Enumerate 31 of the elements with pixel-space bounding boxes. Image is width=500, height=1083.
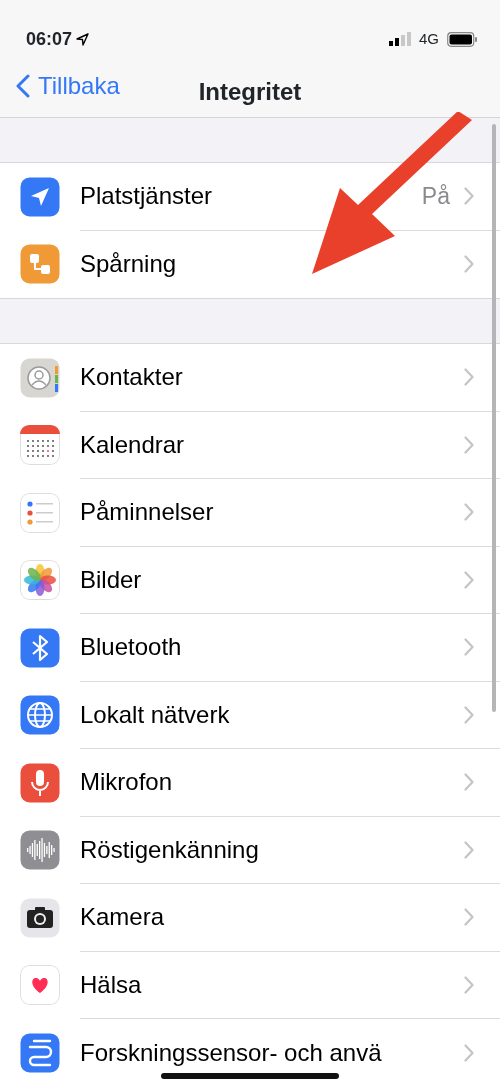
settings-row[interactable]: Röstigenkänning: [0, 816, 500, 884]
chevron-icon: [464, 840, 474, 859]
flower-icon: [20, 560, 60, 601]
chevron-icon: [464, 187, 474, 206]
back-chevron-icon: [16, 74, 30, 98]
signal-icon: [389, 32, 411, 46]
chevron-icon: [464, 908, 474, 927]
settings-row[interactable]: Mikrofon: [0, 749, 500, 817]
row-value: På: [421, 182, 450, 211]
chevron-icon: [464, 255, 474, 274]
settings-row[interactable]: Lokalt nätverk: [0, 681, 500, 749]
chevron-icon: [464, 570, 474, 589]
list-icon: [20, 492, 60, 533]
chevron-icon: [464, 705, 474, 724]
location-arrow-icon: [76, 32, 90, 46]
back-button[interactable]: Tillbaka: [0, 60, 120, 104]
clock-time: 06:07: [26, 27, 73, 51]
chevron-icon: [464, 1043, 474, 1062]
chevron-icon: [464, 368, 474, 387]
screen-title: Integritet: [198, 78, 302, 105]
network-type: 4G: [419, 28, 439, 49]
chevron-icon: [464, 773, 474, 792]
calendar-icon: [20, 425, 60, 466]
settings-row[interactable]: Hälsa: [0, 951, 500, 1019]
battery-icon: [447, 31, 478, 47]
settings-row[interactable]: Kamera: [0, 884, 500, 952]
chevron-icon: [464, 975, 474, 994]
chevron-icon: [464, 503, 474, 522]
settings-row[interactable]: Forskningssensor- och anvä: [0, 1019, 500, 1083]
chevron-icon: [464, 638, 474, 657]
chevron-icon: [464, 435, 474, 454]
